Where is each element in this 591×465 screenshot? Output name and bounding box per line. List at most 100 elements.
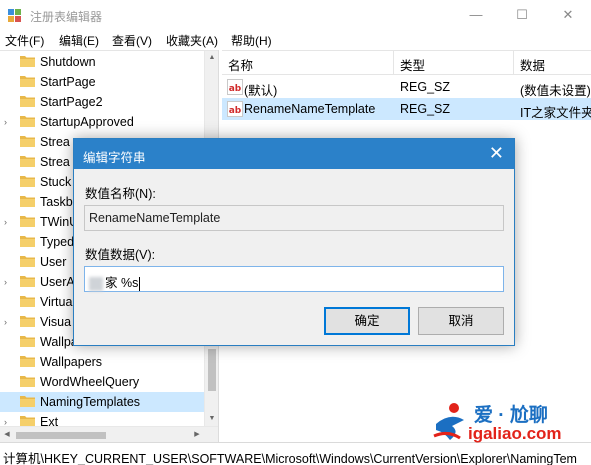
- menu-favorites[interactable]: 收藏夹(A): [166, 32, 218, 49]
- column-divider[interactable]: [393, 51, 394, 75]
- column-divider[interactable]: [513, 51, 514, 75]
- tree-item[interactable]: Wallpapers: [0, 352, 204, 372]
- cancel-button[interactable]: 取消: [418, 307, 504, 335]
- folder-icon: [20, 276, 35, 287]
- expand-chevron-icon[interactable]: [4, 156, 14, 168]
- expand-chevron-icon[interactable]: ›: [4, 216, 14, 228]
- folder-icon: [20, 116, 35, 127]
- value-row[interactable]: ab RenameNameTemplate REG_SZ IT之家文件夹: [222, 98, 591, 120]
- scroll-up-icon[interactable]: ▲: [205, 51, 218, 65]
- regedit-app-icon: [8, 9, 21, 22]
- expand-chevron-icon[interactable]: [4, 56, 14, 68]
- maximize-button[interactable]: ☐: [499, 0, 545, 30]
- expand-chevron-icon[interactable]: [4, 76, 14, 88]
- status-path: 计算机\HKEY_CURRENT_USER\SOFTWARE\Microsoft…: [3, 452, 577, 465]
- scroll-right-icon[interactable]: ▶: [190, 428, 204, 442]
- expand-chevron-icon[interactable]: [4, 376, 14, 388]
- string-value-icon: ab: [227, 79, 243, 95]
- folder-icon: [20, 316, 35, 327]
- folder-icon: [20, 396, 35, 407]
- column-header-data[interactable]: 数据: [520, 55, 545, 74]
- folder-icon: [20, 376, 35, 387]
- tree-item[interactable]: StartPage: [0, 72, 204, 92]
- value-name-label: 数值名称(N):: [85, 187, 156, 201]
- expand-chevron-icon[interactable]: ›: [4, 316, 14, 328]
- text-caret: [139, 276, 141, 291]
- dialog-titlebar[interactable]: 编辑字符串 ✕: [74, 139, 514, 169]
- watermark: 爱 · 尬聊 igaliao.com: [430, 400, 580, 444]
- list-header: 名称 类型 数据: [222, 51, 591, 75]
- menu-file[interactable]: 文件(F): [5, 32, 44, 49]
- svg-text:ab: ab: [229, 106, 242, 116]
- window-titlebar[interactable]: 注册表编辑器 — ☐ ✕: [0, 0, 591, 30]
- scroll-left-icon[interactable]: ◀: [0, 428, 14, 442]
- folder-icon: [20, 236, 35, 247]
- value-data-text: 家 %s: [105, 276, 139, 290]
- tree-item-label: NamingTemplates: [40, 395, 141, 409]
- tree-hscroll-thumb[interactable]: [16, 432, 106, 439]
- minimize-button[interactable]: —: [453, 0, 499, 30]
- tree-item-label: StartPage: [40, 75, 96, 89]
- tree-item-label: Stuck: [40, 175, 72, 189]
- value-data-cell: (数值未设置): [520, 84, 591, 98]
- status-bar: 计算机\HKEY_CURRENT_USER\SOFTWARE\Microsoft…: [0, 442, 591, 465]
- expand-chevron-icon[interactable]: ›: [4, 116, 14, 128]
- tree-horizontal-scrollbar[interactable]: ◀ ▶: [0, 426, 218, 442]
- tree-item-label: WordWheelQuery: [40, 375, 140, 389]
- tree-item[interactable]: NamingTemplates: [0, 392, 204, 412]
- window-title: 注册表编辑器: [30, 10, 103, 24]
- folder-icon: [20, 216, 35, 227]
- column-header-type[interactable]: 类型: [400, 55, 425, 74]
- tree-item-label: StartupApproved: [40, 115, 134, 129]
- menu-edit[interactable]: 编辑(E): [59, 32, 99, 49]
- expand-chevron-icon[interactable]: [4, 136, 14, 148]
- expand-chevron-icon[interactable]: [4, 176, 14, 188]
- menu-help[interactable]: 帮助(H): [231, 32, 272, 49]
- tree-scroll-thumb[interactable]: [208, 349, 216, 391]
- expand-chevron-icon[interactable]: [4, 296, 14, 308]
- tree-item-label: Wallpapers: [40, 355, 103, 369]
- tree-item-label: Shutdown: [40, 55, 96, 69]
- column-header-name[interactable]: 名称: [228, 55, 253, 74]
- tree-item[interactable]: › StartupApproved: [0, 112, 204, 132]
- tree-item-label: Strea: [40, 135, 70, 149]
- expand-chevron-icon[interactable]: [4, 336, 14, 348]
- expand-chevron-icon[interactable]: [4, 196, 14, 208]
- tree-item[interactable]: StartPage2: [0, 92, 204, 112]
- value-data-label: 数值数据(V):: [85, 248, 156, 262]
- menu-view[interactable]: 查看(V): [112, 32, 152, 49]
- folder-icon: [20, 176, 35, 187]
- redacted-text: [89, 276, 103, 291]
- value-row[interactable]: ab (默认) REG_SZ (数值未设置): [222, 76, 591, 98]
- svg-text:ab: ab: [229, 84, 242, 94]
- tree-item-label: Taskb: [40, 195, 73, 209]
- dialog-close-button[interactable]: ✕: [489, 143, 504, 163]
- folder-icon: [20, 256, 35, 267]
- close-button[interactable]: ✕: [545, 0, 591, 30]
- expand-chevron-icon[interactable]: [4, 256, 14, 268]
- expand-chevron-icon[interactable]: [4, 356, 14, 368]
- folder-icon: [20, 196, 35, 207]
- value-name-field: RenameNameTemplate: [84, 205, 504, 231]
- scroll-down-icon[interactable]: ▼: [205, 412, 218, 426]
- dialog-title: 编辑字符串: [83, 151, 146, 165]
- value-name-cell: RenameNameTemplate: [244, 102, 376, 116]
- folder-icon: [20, 96, 35, 107]
- tree-item[interactable]: Shutdown: [0, 52, 204, 72]
- folder-icon: [20, 136, 35, 147]
- watermark-url: igaliao.com: [468, 424, 562, 443]
- tree-item[interactable]: WordWheelQuery: [0, 372, 204, 392]
- expand-chevron-icon[interactable]: ›: [4, 276, 14, 288]
- ok-button[interactable]: 确定: [324, 307, 410, 335]
- value-data-cell: IT之家文件夹: [520, 106, 591, 120]
- folder-icon: [20, 356, 35, 367]
- watermark-logo-icon: [433, 403, 464, 440]
- expand-chevron-icon[interactable]: [4, 236, 14, 248]
- tree-item-label: UserA: [40, 275, 75, 289]
- expand-chevron-icon[interactable]: [4, 96, 14, 108]
- value-data-input[interactable]: 家 %s: [84, 266, 504, 292]
- value-type-cell: REG_SZ: [400, 102, 451, 116]
- expand-chevron-icon[interactable]: [4, 396, 14, 408]
- tree-item-label: Virtua: [40, 295, 73, 309]
- menu-bar: 文件(F) 编辑(E) 查看(V) 收藏夹(A) 帮助(H): [0, 30, 591, 50]
